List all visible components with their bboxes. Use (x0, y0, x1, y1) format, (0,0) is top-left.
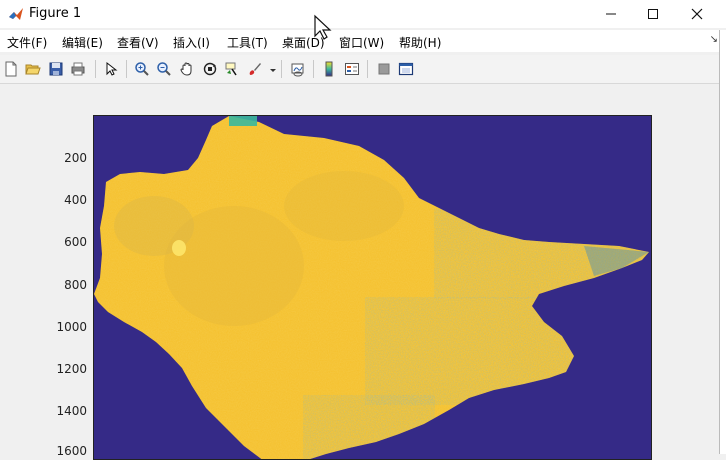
menu-insert[interactable]: 插入(I) (173, 34, 210, 51)
hide-plot-tools-icon[interactable] (375, 60, 393, 78)
legend-icon[interactable] (343, 60, 361, 78)
show-plot-tools-icon[interactable] (397, 60, 415, 78)
figure-toolbar (0, 55, 726, 84)
toolbar-separator (281, 60, 282, 78)
new-figure-icon[interactable] (2, 60, 20, 78)
toolbar-separator (126, 60, 127, 78)
toolbar-separator (95, 60, 96, 78)
toolbar-separator (367, 60, 368, 78)
background-window-edge (719, 30, 726, 454)
pointer-icon[interactable] (102, 60, 120, 78)
menu-bar: 文件(F) 编辑(E) 查看(V) 插入(I) 工具(T) 桌面(D) 窗口(W… (0, 30, 726, 52)
y-tick-label: 1600 (56, 444, 87, 458)
zoom-out-icon[interactable] (155, 60, 173, 78)
menu-tools[interactable]: 工具(T) (227, 34, 268, 51)
window-title: Figure 1 (29, 6, 82, 21)
close-icon (691, 8, 703, 20)
menu-view[interactable]: 查看(V) (117, 34, 159, 51)
close-button[interactable] (674, 0, 720, 28)
y-tick-label: 800 (64, 278, 87, 292)
matlab-icon (9, 8, 23, 20)
minimize-icon (606, 13, 616, 15)
image-axes[interactable] (93, 115, 652, 460)
toolbar-separator (313, 60, 314, 78)
maximize-icon (648, 9, 658, 19)
brush-icon[interactable] (246, 60, 264, 78)
menu-file[interactable]: 文件(F) (7, 34, 47, 51)
mouse-cursor-icon (314, 14, 332, 40)
zoom-in-icon[interactable] (133, 60, 151, 78)
print-icon[interactable] (69, 60, 87, 78)
y-tick-label: 1400 (56, 404, 87, 418)
rotate-3d-icon[interactable] (201, 60, 219, 78)
pan-hand-icon[interactable] (178, 60, 196, 78)
y-tick-label: 600 (64, 235, 87, 249)
maximize-button[interactable] (630, 0, 676, 28)
menu-edit[interactable]: 编辑(E) (62, 34, 103, 51)
save-icon[interactable] (47, 60, 65, 78)
brush-dropdown-chevron-down-icon[interactable] (264, 60, 282, 78)
colorbar-icon[interactable] (320, 60, 338, 78)
data-cursor-icon[interactable] (223, 60, 241, 78)
y-tick-label: 400 (64, 193, 87, 207)
menu-help[interactable]: 帮助(H) (399, 34, 441, 51)
y-tick-label: 1200 (56, 362, 87, 376)
y-tick-label: 200 (64, 151, 87, 165)
title-bar: Figure 1 (0, 0, 726, 28)
menu-overflow-icon[interactable]: ↘ (710, 34, 718, 45)
minimize-button[interactable] (588, 0, 634, 28)
open-file-icon[interactable] (24, 60, 42, 78)
y-tick-label: 1000 (56, 320, 87, 334)
region-raster-image (94, 116, 649, 459)
link-plot-icon[interactable] (289, 60, 307, 78)
menu-window[interactable]: 窗口(W) (339, 34, 384, 51)
